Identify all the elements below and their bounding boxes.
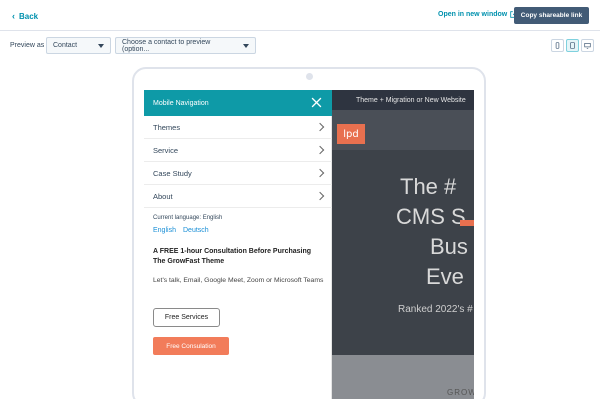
free-consultation-button[interactable]: Free Consulation [153,337,229,355]
panel-title: Mobile Navigation [153,99,209,107]
chevron-left-icon: ‹ [12,11,15,21]
hero-accent-mark [460,220,474,226]
nav-item-about[interactable]: About [144,185,332,208]
desktop-icon [584,43,591,49]
contact-type-value: Contact [53,42,78,49]
close-icon[interactable] [311,97,322,108]
free-services-button[interactable]: Free Services [153,308,220,327]
language-link-english[interactable]: English [153,227,176,234]
mobile-view-button[interactable] [551,39,564,52]
chevron-right-icon [315,168,325,178]
contact-type-select[interactable]: Contact [46,37,111,54]
caret-down-icon [98,43,104,48]
nav-item-themes[interactable]: Themes [144,116,332,139]
nav-item-case-study[interactable]: Case Study [144,162,332,185]
hero-line: The # [400,174,457,199]
caret-down-icon [243,43,249,48]
nav-item-label: Themes [153,122,181,132]
chevron-right-icon [315,122,325,132]
hero-subtitle: Ranked 2022's # [398,304,473,315]
nav-item-label: Case Study [153,168,192,178]
open-new-window-label: Open in new window [438,11,508,18]
preview-screen: Theme + Migration or New Website lpd The… [144,90,474,399]
current-language-label: Current language: English [153,215,223,221]
back-label: Back [19,11,39,21]
site-footer-text: GROW [447,388,474,397]
back-link[interactable]: ‹ Back [12,11,38,21]
language-link-deutsch[interactable]: Deutsch [183,227,209,234]
hero-line: Eve [426,264,464,289]
chevron-right-icon [315,145,325,155]
open-in-new-window-link[interactable]: Open in new window [438,11,517,18]
promo-text: Let's talk, Email, Google Meet, Zoom or … [153,277,324,284]
tablet-view-button[interactable] [566,39,579,52]
preview-contact-select[interactable]: Choose a contact to preview (option... [115,37,256,54]
desktop-view-button[interactable] [581,39,594,52]
preview-contact-value: Choose a contact to preview (option... [122,38,211,53]
nav-item-service[interactable]: Service [144,139,332,162]
hero-line: CMS S [396,204,466,229]
promo-title: A FREE 1-hour Consultation Before Purcha… [153,248,312,265]
tablet-camera [306,73,313,80]
site-announcement-text: Theme + Migration or New Website [356,96,466,104]
panel-header: Mobile Navigation [144,90,332,116]
nav-item-label: About [153,191,173,201]
mobile-icon [555,42,560,49]
device-toggle [551,39,594,52]
chevron-right-icon [315,191,325,201]
tablet-icon [570,42,575,49]
site-logo[interactable]: lpd [337,124,365,144]
preview-as-label: Preview as [10,42,45,49]
hero-line: Bus [430,234,468,259]
site-announcement-bar: Theme + Migration or New Website [332,90,474,110]
mobile-navigation-panel: Mobile Navigation Themes Service Case St… [144,90,332,399]
nav-item-label: Service [153,145,179,155]
copy-shareable-link-button[interactable]: Copy shareable link [514,7,589,24]
top-bar: ‹ Back Open in new window Copy shareable… [0,0,600,31]
